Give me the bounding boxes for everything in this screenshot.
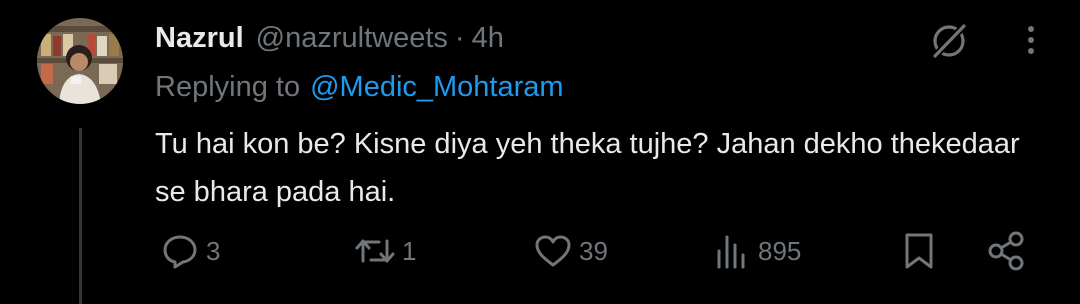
heart-icon	[535, 235, 571, 267]
repost-count: 1	[402, 235, 417, 266]
replying-to: Replying to @Medic_Mohtaram	[155, 66, 564, 108]
replying-to-mention-link[interactable]: @Medic_Mohtaram	[310, 71, 563, 104]
like-button[interactable]: 39	[533, 228, 608, 274]
bookmark-icon	[905, 233, 933, 269]
avatar-image	[37, 18, 123, 104]
reply-count: 3	[206, 235, 221, 266]
thread-connector-line	[79, 128, 82, 304]
tweet-actions: 3 1 39 895	[0, 228, 1080, 274]
views-icon	[717, 235, 745, 269]
reply-button[interactable]: 3	[160, 228, 220, 274]
tweet-text: Tu hai kon be? Kisne diya yeh theka tujh…	[155, 128, 1020, 208]
like-count: 39	[579, 235, 608, 266]
tweet-timestamp[interactable]: 4h	[472, 22, 504, 55]
share-icon	[988, 231, 1024, 271]
avatar[interactable]	[37, 18, 123, 104]
reply-icon	[163, 235, 197, 269]
views-button[interactable]: 895	[712, 228, 801, 274]
grok-icon[interactable]	[928, 20, 970, 62]
bookmark-button[interactable]	[900, 228, 938, 274]
repost-button[interactable]: 1	[354, 228, 416, 274]
more-vertical-icon[interactable]	[1016, 22, 1046, 58]
tweet-header: Nazrul @nazrultweets · 4h	[155, 18, 504, 58]
views-count: 895	[758, 235, 802, 266]
header-separator: ·	[454, 21, 465, 54]
author-name[interactable]: Nazrul	[155, 22, 244, 55]
author-handle[interactable]: @nazrultweets	[256, 22, 448, 55]
replying-to-label: Replying to	[155, 70, 301, 103]
share-button[interactable]	[985, 228, 1027, 274]
repost-icon	[355, 239, 395, 263]
